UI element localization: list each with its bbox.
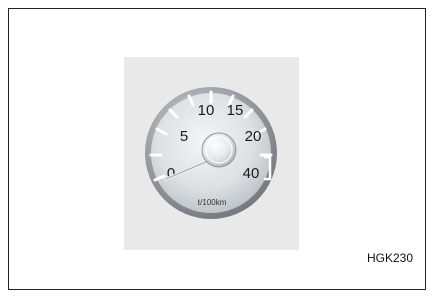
gauge-unit-label: ℓ/100km [197,198,227,207]
scale-label-5: 5 [180,128,188,145]
scale-label-15: 15 [227,102,244,119]
fuel-gauge-icon: 0 5 10 15 20 40 ℓ/100km [145,87,277,219]
figure-code: HGK230 [366,251,413,265]
gauge-hub [201,132,237,168]
scale-label-20: 20 [245,128,262,145]
scale-label-40: 40 [243,165,260,182]
figure-frame: 0 5 10 15 20 40 ℓ/100km HGK230 [8,8,426,290]
gauge-panel: 0 5 10 15 20 40 ℓ/100km [124,57,299,250]
scale-label-10: 10 [198,102,215,119]
